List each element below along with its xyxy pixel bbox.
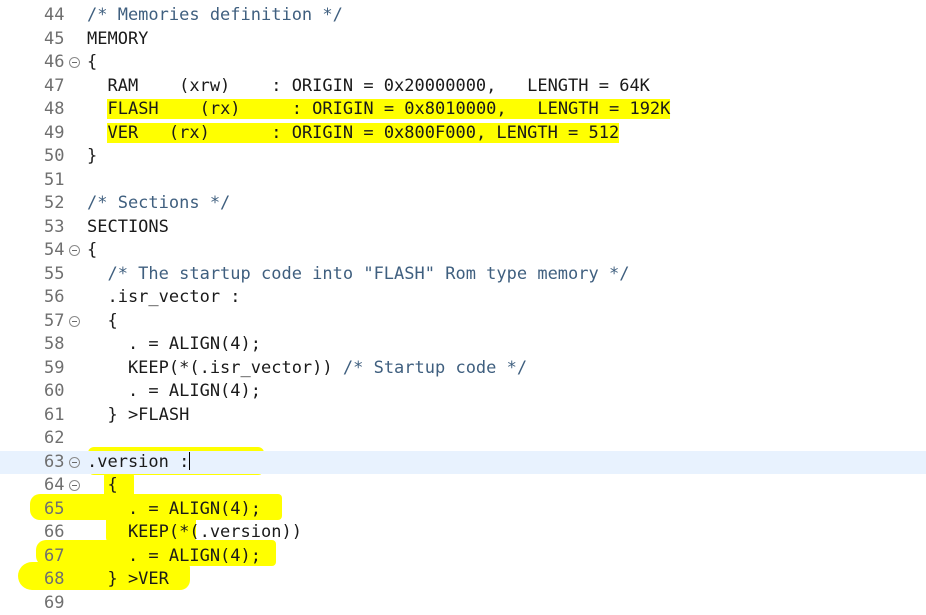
line-number: 65 xyxy=(44,498,66,522)
line-number: 53 xyxy=(44,216,66,240)
code-line[interactable]: 51 xyxy=(0,169,926,193)
fold-toggle-icon[interactable] xyxy=(69,245,80,256)
line-number: 50 xyxy=(44,145,66,169)
code-text: /* Sections */ xyxy=(87,192,230,216)
code-line[interactable]: 65 . = ALIGN(4); xyxy=(0,498,926,522)
code-text: KEEP(*(.version)) xyxy=(87,521,302,545)
code-text: { xyxy=(87,310,118,334)
line-number: 57 xyxy=(44,310,66,334)
code-text: } >FLASH xyxy=(87,404,189,428)
code-line[interactable]: 48 FLASH (rx) : ORIGIN = 0x8010000, LENG… xyxy=(0,98,926,122)
code-line[interactable]: 45 MEMORY xyxy=(0,28,926,52)
code-line[interactable]: 53 SECTIONS xyxy=(0,216,926,240)
line-number: 64 xyxy=(44,474,66,498)
fold-toggle-icon[interactable] xyxy=(69,57,80,68)
line-number: 68 xyxy=(44,568,66,592)
code-text: } >VER xyxy=(87,568,169,592)
code-line[interactable]: 46 { xyxy=(0,51,926,75)
code-text: . = ALIGN(4); xyxy=(87,380,261,404)
code-text: { xyxy=(87,474,118,498)
code-text: MEMORY xyxy=(87,28,148,52)
code-text: KEEP(*(.isr_vector)) /* Startup code */ xyxy=(87,357,527,381)
code-text: RAM (xrw) : ORIGIN = 0x20000000, LENGTH … xyxy=(87,75,650,99)
line-number: 55 xyxy=(44,263,66,287)
code-line[interactable]: 50} xyxy=(0,145,926,169)
line-number: 48 xyxy=(44,98,66,122)
line-number: 56 xyxy=(44,286,66,310)
fold-toggle-icon[interactable] xyxy=(69,316,80,327)
code-text: . = ALIGN(4); xyxy=(87,498,261,522)
code-line[interactable]: 59 KEEP(*(.isr_vector)) /* Startup code … xyxy=(0,357,926,381)
code-text: SECTIONS xyxy=(87,216,169,240)
line-number: 51 xyxy=(44,169,66,193)
code-text: { xyxy=(87,51,97,75)
code-text: . = ALIGN(4); xyxy=(87,333,261,357)
line-number: 60 xyxy=(44,380,66,404)
line-number: 59 xyxy=(44,357,66,381)
line-number: 63 xyxy=(44,451,66,475)
line-number: 58 xyxy=(44,333,66,357)
line-number: 54 xyxy=(44,239,66,263)
code-line[interactable]: 49 VER (rx) : ORIGIN = 0x800F000, LENGTH… xyxy=(0,122,926,146)
line-number: 46 xyxy=(44,51,66,75)
text-caret xyxy=(189,452,190,470)
code-line[interactable]: 58 . = ALIGN(4); xyxy=(0,333,926,357)
line-number: 44 xyxy=(44,4,66,28)
line-number: 47 xyxy=(44,75,66,99)
code-text: FLASH (rx) : ORIGIN = 0x8010000, LENGTH … xyxy=(87,98,670,122)
line-number: 61 xyxy=(44,404,66,428)
code-line[interactable]: 60 . = ALIGN(4); xyxy=(0,380,926,404)
code-text: .isr_vector : xyxy=(87,286,241,310)
code-text: /* The startup code into "FLASH" Rom typ… xyxy=(87,263,629,287)
code-line[interactable]: 56 .isr_vector : xyxy=(0,286,926,310)
code-line[interactable]: 55 /* The startup code into "FLASH" Rom … xyxy=(0,263,926,287)
line-number: 69 xyxy=(44,592,66,615)
code-line[interactable]: 63 .version : xyxy=(0,451,926,475)
code-text: } xyxy=(87,145,97,169)
code-line[interactable]: 68 } >VER xyxy=(0,568,926,592)
code-line[interactable]: 67 . = ALIGN(4); xyxy=(0,545,926,569)
code-line[interactable]: 44 /* Memories definition */ xyxy=(0,4,926,28)
code-line[interactable]: 54 { xyxy=(0,239,926,263)
line-number: 62 xyxy=(44,427,66,451)
code-line[interactable]: 62 xyxy=(0,427,926,451)
line-number: 67 xyxy=(44,545,66,569)
code-text: .version : xyxy=(87,451,190,475)
code-text: . = ALIGN(4); xyxy=(87,545,261,569)
line-number: 66 xyxy=(44,521,66,545)
line-number: 49 xyxy=(44,122,66,146)
fold-toggle-icon[interactable] xyxy=(69,457,80,468)
code-editor[interactable]: 44 /* Memories definition */ 45 MEMORY 46 {47… xyxy=(0,0,926,609)
code-line[interactable]: 64 { xyxy=(0,474,926,498)
code-line[interactable]: 52 /* Sections */ xyxy=(0,192,926,216)
code-line[interactable]: 69 xyxy=(0,592,926,615)
code-text: /* Memories definition */ xyxy=(87,4,343,28)
code-text: { xyxy=(87,239,97,263)
fold-toggle-icon[interactable] xyxy=(69,480,80,491)
code-line[interactable]: 47 RAM (xrw) : ORIGIN = 0x20000000, LENG… xyxy=(0,75,926,99)
code-line[interactable]: 57 { xyxy=(0,310,926,334)
line-number: 45 xyxy=(44,28,66,52)
code-line[interactable]: 61 } >FLASH xyxy=(0,404,926,428)
line-number: 52 xyxy=(44,192,66,216)
code-text: VER (rx) : ORIGIN = 0x800F000, LENGTH = … xyxy=(87,122,619,146)
code-line[interactable]: 66 KEEP(*(.version)) xyxy=(0,521,926,545)
